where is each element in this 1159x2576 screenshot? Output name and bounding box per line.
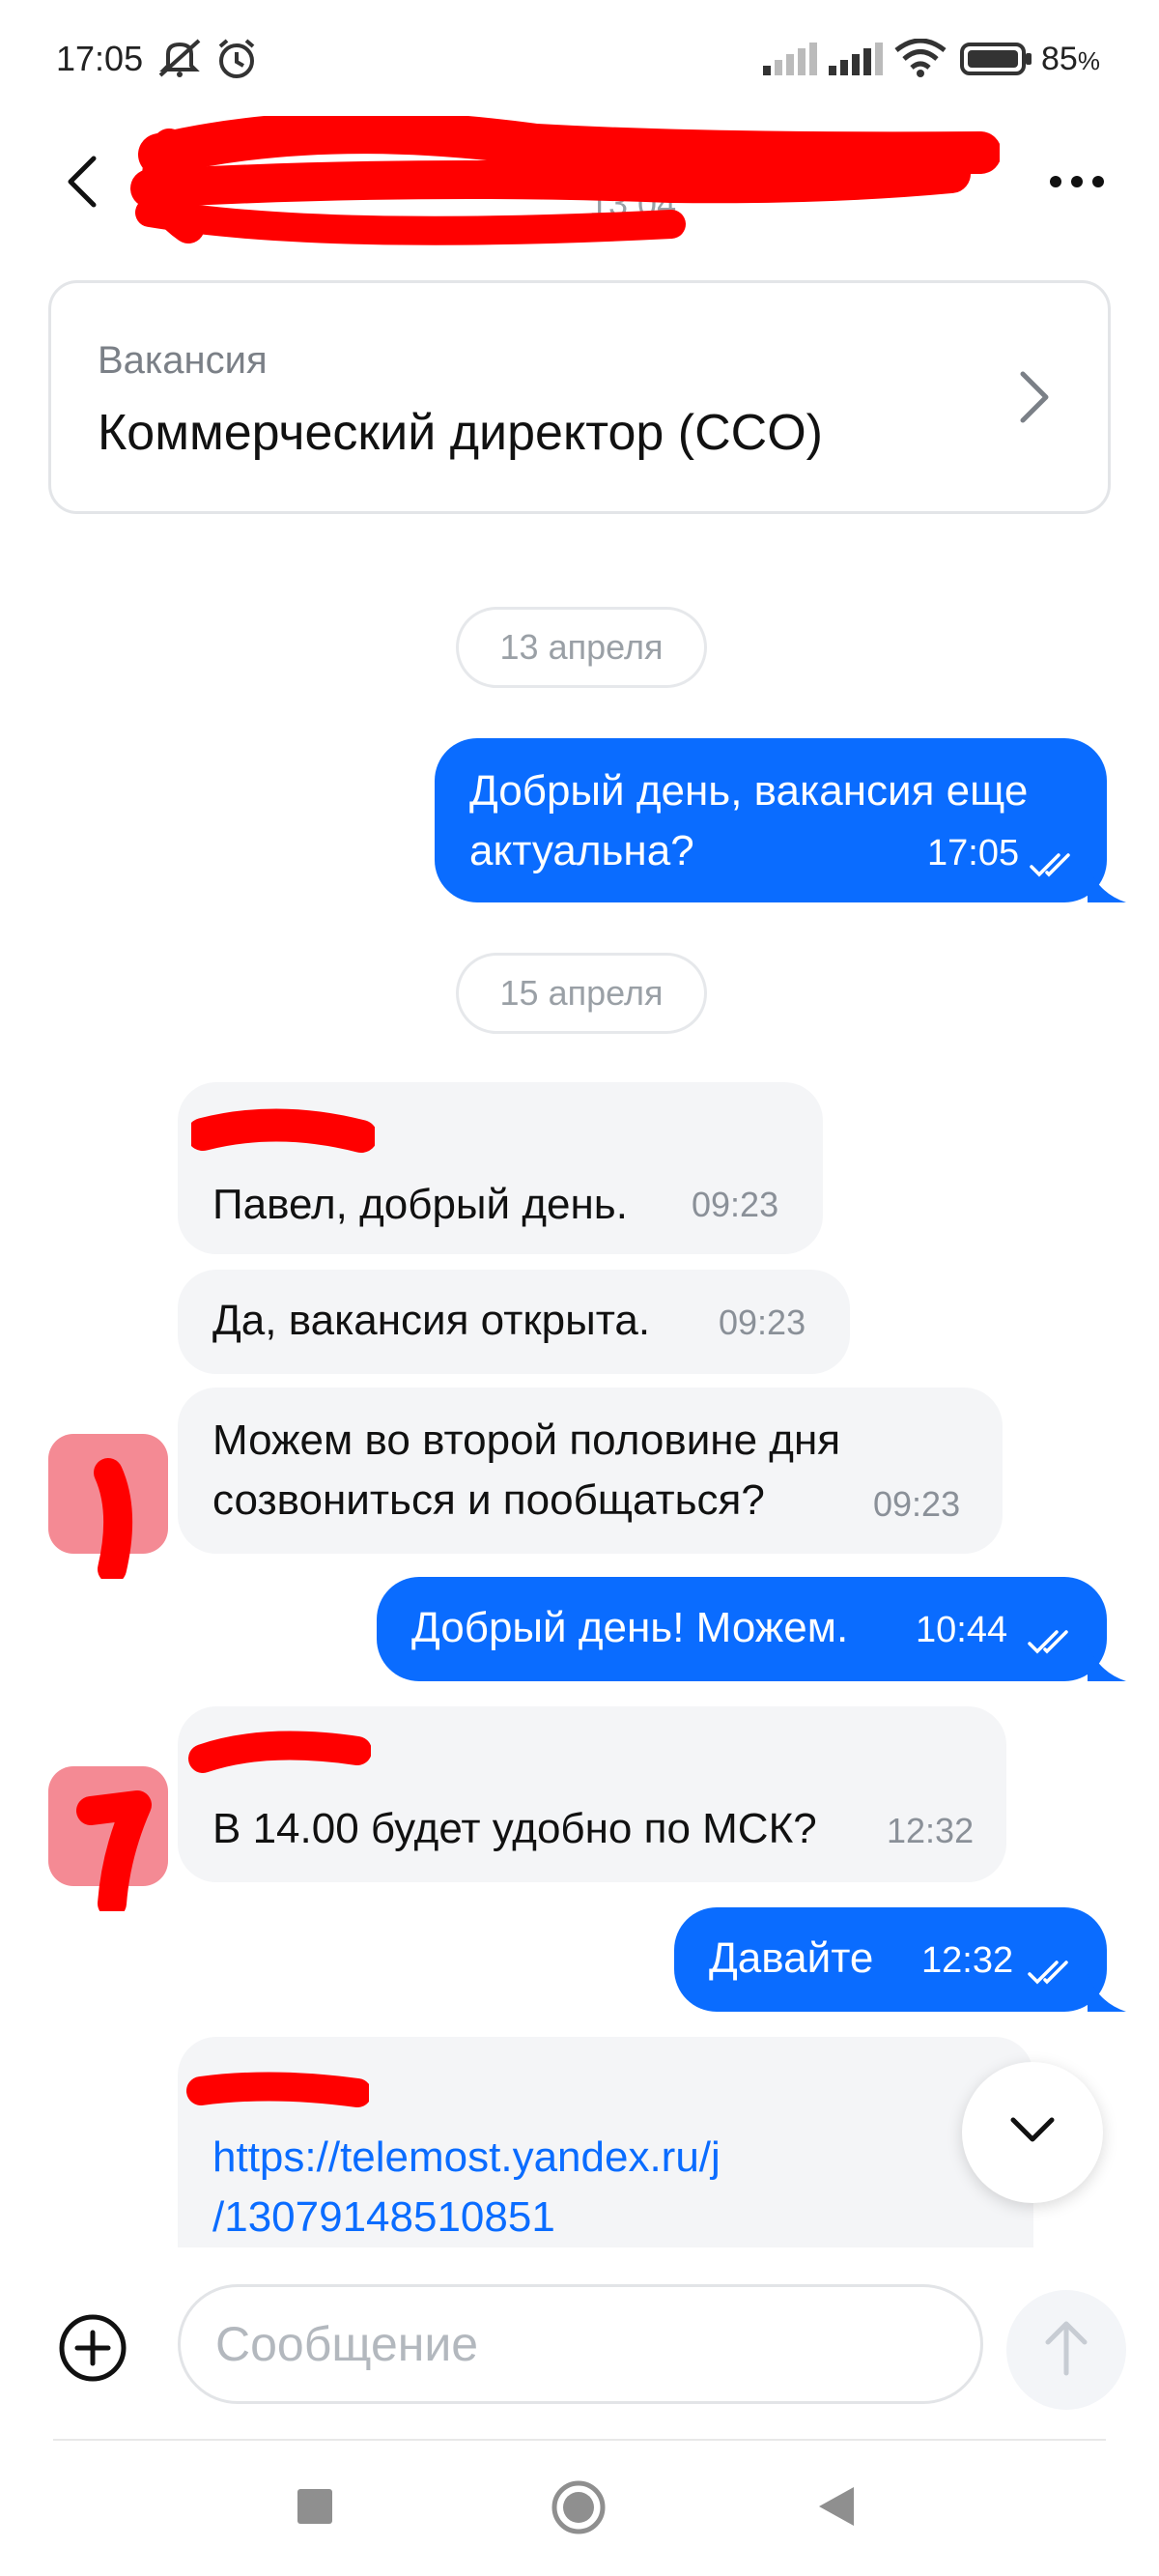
attach-button[interactable] bbox=[58, 2313, 127, 2383]
avatar[interactable] bbox=[48, 1766, 168, 1918]
recents-button[interactable] bbox=[296, 2487, 334, 2531]
message-time: 10:44 bbox=[916, 1610, 1008, 1650]
signal-2-icon bbox=[829, 43, 883, 80]
double-check-icon bbox=[1028, 1617, 1076, 1666]
avatar-redaction bbox=[76, 1790, 152, 1918]
alarm-icon bbox=[214, 37, 259, 86]
message-clip: https://telemost.yandex.ru/j /1307914851… bbox=[178, 2037, 1033, 2247]
signal-1-icon bbox=[763, 43, 817, 80]
bubble-tail bbox=[1088, 1973, 1126, 2012]
scroll-down-button[interactable] bbox=[962, 2062, 1103, 2203]
chevron-right-icon bbox=[1017, 370, 1052, 429]
vacancy-title: Коммерческий директор (CCO) bbox=[98, 405, 823, 461]
back-nav-button[interactable] bbox=[817, 2485, 856, 2533]
battery-icon bbox=[960, 43, 1033, 80]
plus-circle-icon bbox=[58, 2314, 127, 2387]
date-separator: 15 апреля bbox=[456, 953, 707, 1034]
message-time: 09:23 bbox=[692, 1185, 779, 1224]
message-incoming[interactable]: Павел, добрый день. 09:23 bbox=[178, 1082, 823, 1254]
message-incoming[interactable]: В 14.00 будет удобно по МСК? 12:32 bbox=[178, 1706, 1006, 1882]
back-button[interactable] bbox=[53, 145, 111, 222]
home-button[interactable] bbox=[551, 2479, 607, 2540]
status-bar: 17:05 85% bbox=[0, 0, 1159, 116]
square-icon bbox=[296, 2489, 334, 2530]
message-time: 09:23 bbox=[719, 1302, 806, 1342]
message-outgoing[interactable]: Давайте 12:32 bbox=[674, 1907, 1126, 2012]
message-incoming[interactable]: Да, вакансия открыта. 09:23 bbox=[178, 1270, 850, 1374]
more-options-button[interactable] bbox=[1043, 155, 1111, 213]
message-time: 12:32 bbox=[921, 1940, 1014, 1981]
message-composer bbox=[0, 2251, 1159, 2445]
redaction-scribble bbox=[130, 116, 1000, 245]
message-outgoing[interactable]: Добрый день! Можем. 10:44 bbox=[377, 1577, 1126, 1681]
bubble-tail bbox=[1088, 864, 1126, 902]
message-text: Давайте bbox=[709, 1934, 874, 1982]
avatar[interactable] bbox=[48, 1434, 168, 1584]
chat-header: 13:04 bbox=[0, 116, 1159, 251]
sender-name-redaction bbox=[188, 1731, 371, 1773]
chevron-down-icon bbox=[1009, 2116, 1056, 2150]
nav-divider bbox=[53, 2439, 1106, 2441]
sender-name-redaction bbox=[186, 2072, 369, 2107]
bubble-tail bbox=[1088, 1643, 1126, 1681]
avatar-redaction bbox=[94, 1458, 133, 1584]
more-dots-icon bbox=[1049, 175, 1105, 193]
double-check-icon bbox=[1030, 841, 1078, 889]
battery-percent: 85% bbox=[1041, 41, 1100, 77]
system-nav-bar bbox=[0, 2445, 1159, 2576]
message-text: Павел, добрый день. bbox=[212, 1181, 628, 1228]
message-text: Можем во второй половине дня созвониться… bbox=[212, 1417, 841, 1524]
mute-notifications-icon bbox=[155, 37, 205, 84]
vacancy-label: Вакансия bbox=[98, 339, 268, 382]
arrow-up-icon bbox=[1042, 2319, 1090, 2382]
message-time: 12:32 bbox=[887, 1811, 975, 1850]
send-button[interactable] bbox=[1006, 2290, 1126, 2410]
message-text: В 14.00 будет удобно по МСК? bbox=[212, 1805, 817, 1852]
circle-icon bbox=[551, 2480, 607, 2539]
triangle-back-icon bbox=[817, 2487, 856, 2532]
message-outgoing[interactable]: Добрый день, вакансия еще актуальна? 17:… bbox=[435, 738, 1126, 902]
double-check-icon bbox=[1028, 1948, 1076, 1996]
message-text: Да, вакансия открыта. bbox=[212, 1297, 651, 1344]
message-incoming[interactable]: Можем во второй половине дня созвониться… bbox=[178, 1388, 1003, 1554]
message-time: 17:05 bbox=[927, 833, 1020, 873]
message-text: Добрый день! Можем. bbox=[411, 1604, 849, 1651]
sender-name-redaction bbox=[191, 1108, 375, 1153]
wifi-icon bbox=[894, 38, 947, 82]
message-input[interactable] bbox=[178, 2284, 983, 2404]
date-separator: 13 апреля bbox=[456, 607, 707, 688]
message-time: 09:23 bbox=[873, 1484, 961, 1524]
message-incoming[interactable]: https://telemost.yandex.ru/j /1307914851… bbox=[178, 2037, 1033, 2247]
chevron-left-icon bbox=[65, 155, 99, 214]
status-time: 17:05 bbox=[56, 39, 144, 78]
meeting-link[interactable]: https://telemost.yandex.ru/j /1307914851… bbox=[212, 2128, 721, 2247]
vacancy-card[interactable]: Вакансия Коммерческий директор (CCO) bbox=[48, 280, 1111, 514]
